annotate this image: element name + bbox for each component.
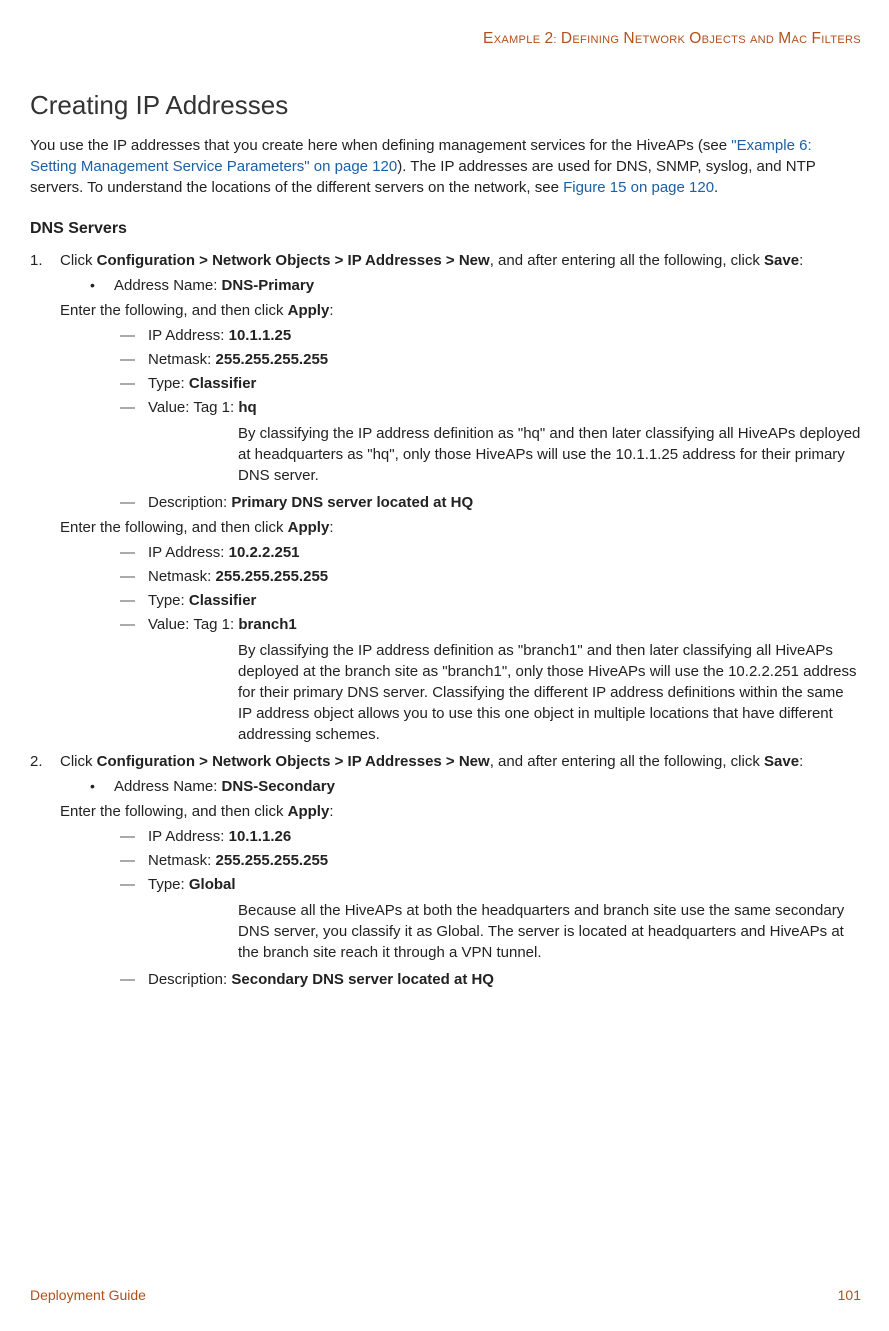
note-text: By classifying the IP address definition… [120, 640, 861, 745]
sub-item: —IP Address: 10.1.1.26 [120, 828, 861, 845]
note-text: Because all the HiveAPs at both the head… [120, 900, 861, 963]
running-header-text: EXAMPLE 2: DEFINING NETWORK OBJECTS aND … [483, 31, 861, 46]
sub-item: —Netmask: 255.255.255.255 [120, 351, 861, 368]
dash-icon: — [120, 568, 148, 585]
sub-item: —Value: Tag 1: hq [120, 399, 861, 416]
dash-icon: — [120, 327, 148, 344]
note-text: By classifying the IP address definition… [120, 423, 861, 486]
sub-item: —Type: Classifier [120, 375, 861, 392]
sublist: —IP Address: 10.1.1.26—Netmask: 255.255.… [30, 828, 861, 988]
step: 2.Click Configuration > Network Objects … [30, 753, 861, 988]
footer-right: 101 [838, 1287, 861, 1303]
apply-intro: Enter the following, and then click Appl… [30, 302, 861, 319]
sub-item: —Description: Primary DNS server located… [120, 494, 861, 511]
link-figure15[interactable]: Figure 15 on page 120 [563, 179, 714, 196]
sub-item-text: Description: Primary DNS server located … [148, 494, 473, 511]
bullet-text: Address Name: DNS-Secondary [114, 778, 335, 795]
apply-intro: Enter the following, and then click Appl… [30, 803, 861, 820]
dash-icon: — [120, 351, 148, 368]
bullet-text: Address Name: DNS-Primary [114, 277, 314, 294]
sub-item: —Netmask: 255.255.255.255 [120, 852, 861, 869]
sub-item-text: Value: Tag 1: branch1 [148, 616, 297, 633]
page-title: Creating IP Addresses [30, 90, 861, 121]
intro-paragraph: You use the IP addresses that you create… [30, 135, 861, 198]
step-number: 2. [30, 753, 60, 770]
dash-icon: — [120, 399, 148, 416]
sub-item: —IP Address: 10.2.2.251 [120, 544, 861, 561]
sub-item: —Netmask: 255.255.255.255 [120, 568, 861, 585]
apply-intro: Enter the following, and then click Appl… [30, 519, 861, 536]
sublist: —IP Address: 10.1.1.25—Netmask: 255.255.… [30, 327, 861, 511]
bullet-line: •Address Name: DNS-Secondary [90, 778, 861, 795]
intro-text-3: . [714, 179, 718, 196]
sub-item: —Type: Global [120, 876, 861, 893]
sub-item-text: IP Address: 10.1.1.25 [148, 327, 291, 344]
step-text: Click Configuration > Network Objects > … [60, 753, 861, 770]
footer-left: Deployment Guide [30, 1287, 146, 1303]
dash-icon: — [120, 592, 148, 609]
dash-icon: — [120, 852, 148, 869]
dash-icon: — [120, 828, 148, 845]
step-number: 1. [30, 252, 60, 269]
step-line: 1.Click Configuration > Network Objects … [30, 252, 861, 269]
sub-item-text: Netmask: 255.255.255.255 [148, 351, 328, 368]
sub-item: —Description: Secondary DNS server locat… [120, 971, 861, 988]
sub-item: —Value: Tag 1: branch1 [120, 616, 861, 633]
sub-item-text: Netmask: 255.255.255.255 [148, 852, 328, 869]
intro-text-1: You use the IP addresses that you create… [30, 137, 731, 154]
sub-item: —Type: Classifier [120, 592, 861, 609]
running-header: EXAMPLE 2: DEFINING NETWORK OBJECTS aND … [30, 30, 861, 48]
dash-icon: — [120, 971, 148, 988]
sub-item-text: IP Address: 10.1.1.26 [148, 828, 291, 845]
step: 1.Click Configuration > Network Objects … [30, 252, 861, 745]
bullet-block: •Address Name: DNS-Primary [30, 277, 861, 294]
bullet-block: •Address Name: DNS-Secondary [30, 778, 861, 795]
dash-icon: — [120, 375, 148, 392]
sub-item-text: Netmask: 255.255.255.255 [148, 568, 328, 585]
bullet-icon: • [90, 277, 114, 293]
dash-icon: — [120, 544, 148, 561]
step-text: Click Configuration > Network Objects > … [60, 252, 861, 269]
bullet-line: •Address Name: DNS-Primary [90, 277, 861, 294]
page-footer: Deployment Guide 101 [30, 1287, 861, 1303]
sub-item-text: Description: Secondary DNS server locate… [148, 971, 494, 988]
sub-item-text: IP Address: 10.2.2.251 [148, 544, 300, 561]
sub-item-text: Value: Tag 1: hq [148, 399, 257, 416]
dash-icon: — [120, 876, 148, 893]
sub-item-text: Type: Classifier [148, 592, 256, 609]
steps-list: 1.Click Configuration > Network Objects … [30, 252, 861, 988]
sub-item-text: Type: Classifier [148, 375, 256, 392]
dash-icon: — [120, 494, 148, 511]
sub-item: —IP Address: 10.1.1.25 [120, 327, 861, 344]
sublist: —IP Address: 10.2.2.251—Netmask: 255.255… [30, 544, 861, 745]
subsection-heading: DNS Servers [30, 220, 861, 238]
sub-item-text: Type: Global [148, 876, 236, 893]
step-line: 2.Click Configuration > Network Objects … [30, 753, 861, 770]
dash-icon: — [120, 616, 148, 633]
bullet-icon: • [90, 778, 114, 794]
